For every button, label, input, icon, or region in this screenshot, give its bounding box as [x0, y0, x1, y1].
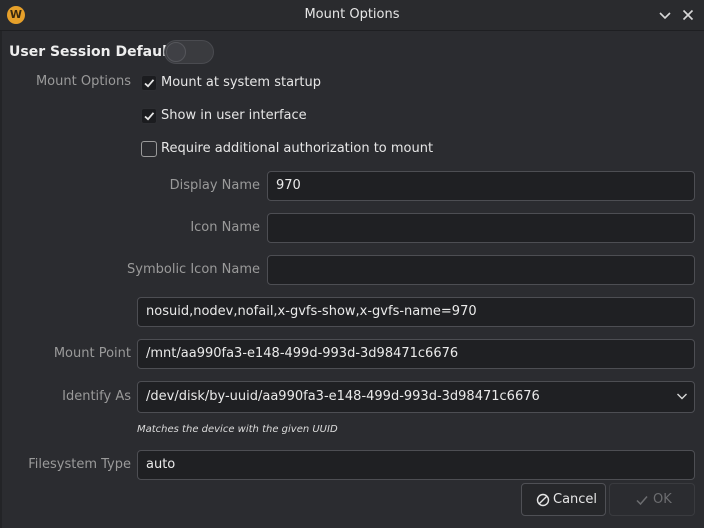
- identify-as-label: Identify As: [62, 389, 131, 404]
- show-in-ui-label: Show in user interface: [161, 108, 307, 123]
- cancel-icon: [536, 493, 550, 507]
- identify-as-combobox[interactable]: /dev/disk/by-uuid/aa990fa3-e148-499d-993…: [137, 381, 695, 413]
- identify-as-value: /dev/disk/by-uuid/aa990fa3-e148-499d-993…: [146, 389, 540, 404]
- mount-at-startup-checkbox[interactable]: [141, 75, 157, 91]
- mount-at-startup-label: Mount at system startup: [161, 75, 321, 90]
- cancel-button[interactable]: Cancel: [521, 483, 606, 516]
- symbolic-icon-name-label: Symbolic Icon Name: [127, 262, 260, 277]
- mount-options-field[interactable]: nosuid,nodev,nofail,x-gvfs-show,x-gvfs-n…: [137, 297, 695, 327]
- mount-point-label: Mount Point: [53, 346, 131, 361]
- window-edge: [0, 30, 2, 528]
- user-session-defaults-toggle[interactable]: [164, 40, 214, 64]
- window-title: Mount Options: [304, 7, 400, 22]
- symbolic-icon-name-field[interactable]: [267, 255, 695, 285]
- check-icon: [636, 496, 648, 506]
- ok-button-label: OK: [653, 492, 672, 507]
- filesystem-type-label: Filesystem Type: [28, 457, 131, 472]
- show-in-ui-checkbox[interactable]: [141, 108, 157, 124]
- icon-name-field[interactable]: [267, 213, 695, 243]
- chevron-down-icon: [677, 393, 687, 400]
- display-name-label: Display Name: [169, 178, 260, 193]
- filesystem-type-field[interactable]: auto: [137, 450, 695, 480]
- ok-button[interactable]: OK: [609, 483, 695, 516]
- close-icon[interactable]: [679, 6, 697, 24]
- identify-as-hint: Matches the device with the given UUID: [137, 424, 338, 435]
- require-authorization-checkbox[interactable]: [141, 141, 157, 157]
- display-name-field[interactable]: 970: [267, 171, 695, 201]
- mount-options-label: Mount Options: [35, 74, 131, 89]
- user-session-defaults-heading: User Session Defaults: [9, 44, 182, 60]
- cancel-button-label: Cancel: [553, 492, 598, 507]
- title-bar: W Mount Options: [0, 0, 704, 31]
- chevron-down-icon[interactable]: [656, 6, 674, 24]
- mount-point-field[interactable]: /mnt/aa990fa3-e148-499d-993d-3d98471c667…: [137, 339, 695, 369]
- icon-name-label: Icon Name: [190, 220, 260, 235]
- toggle-knob: [166, 42, 186, 62]
- require-authorization-label: Require additional authorization to moun…: [161, 141, 434, 156]
